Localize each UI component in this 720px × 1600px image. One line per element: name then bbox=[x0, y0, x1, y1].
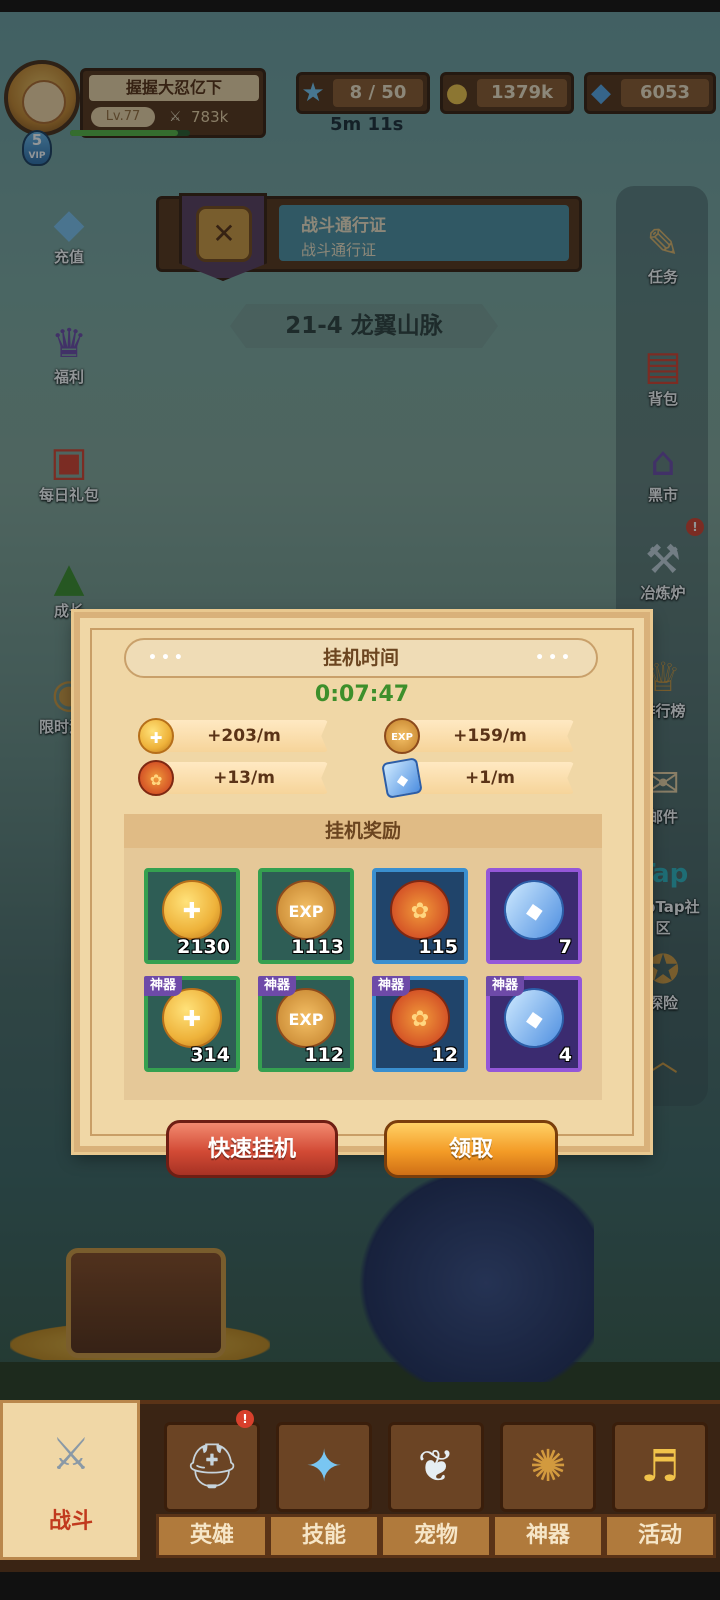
artifact-tag: 神器 bbox=[372, 976, 411, 996]
gold-coin-icon: ✚ bbox=[138, 718, 174, 754]
rate-pet-medal: +13/m ✿ bbox=[138, 760, 338, 796]
rate-value: +159/m bbox=[406, 720, 574, 752]
quick-idle-button[interactable]: 快速挂机 bbox=[166, 1120, 338, 1178]
reward-count: 7 bbox=[558, 936, 572, 958]
bottom-nav: ⚔ 战斗 ⛑ 英雄 ! ✦ 技能 ❦ 宠物 ✺ 神器 ♬ 活动 bbox=[0, 1400, 720, 1572]
reward-count: 4 bbox=[558, 1044, 572, 1066]
wings-icon: ❦ bbox=[388, 1422, 484, 1512]
reward-item[interactable]: ✚ 2130 bbox=[144, 868, 240, 964]
tab-label: 英雄 bbox=[156, 1514, 268, 1558]
claim-button[interactable]: 领取 bbox=[384, 1120, 558, 1178]
reward-item[interactable]: ✿ 神器 12 bbox=[372, 976, 468, 1072]
artifact-icon: ✺ bbox=[500, 1422, 596, 1512]
reward-item[interactable]: EXP 1113 bbox=[258, 868, 354, 964]
gold-coin-icon: ✚ bbox=[162, 880, 222, 940]
rate-value: +13/m bbox=[160, 762, 328, 794]
tab-skills[interactable]: ✦ 技能 bbox=[268, 1414, 380, 1564]
reward-item[interactable]: ◆ 7 bbox=[486, 868, 582, 964]
idle-rewards-section: 挂机奖励 ✚ 2130 EXP 1113 ✿ 115 ◆ 7 ✚ 神器 314 … bbox=[124, 814, 602, 1100]
tab-label: 活动 bbox=[604, 1514, 716, 1558]
rate-value: +1/m bbox=[406, 762, 574, 794]
idle-time-title: 挂机时间 bbox=[322, 647, 399, 669]
reward-count: 314 bbox=[190, 1044, 230, 1066]
artifact-tag: 神器 bbox=[258, 976, 297, 996]
reward-count: 112 bbox=[304, 1044, 344, 1066]
artifact-tag: 神器 bbox=[486, 976, 525, 996]
decor-dots-left: ••• bbox=[148, 650, 187, 666]
rate-crystal: +1/m ◆ bbox=[381, 757, 584, 799]
exp-badge-icon: EXP bbox=[276, 988, 336, 1048]
tab-label: 技能 bbox=[268, 1514, 380, 1558]
reward-item[interactable]: ✚ 神器 314 bbox=[144, 976, 240, 1072]
rate-value: +203/m bbox=[160, 720, 328, 752]
decor-dots-right: ••• bbox=[535, 650, 574, 666]
reward-count: 12 bbox=[431, 1044, 458, 1066]
pet-medal-icon: ✿ bbox=[390, 988, 450, 1048]
reward-item[interactable]: ◆ 神器 4 bbox=[486, 976, 582, 1072]
reward-item[interactable]: EXP 神器 112 bbox=[258, 976, 354, 1072]
pet-medal-icon: ✿ bbox=[390, 880, 450, 940]
tab-label: 战斗 bbox=[48, 1509, 93, 1534]
tab-artifacts[interactable]: ✺ 神器 bbox=[492, 1414, 604, 1564]
event-horn-icon: ♬ bbox=[612, 1422, 708, 1512]
idle-rewards-title: 挂机奖励 bbox=[124, 814, 602, 848]
notification-dot: ! bbox=[236, 1410, 254, 1428]
exp-badge-icon: EXP bbox=[384, 718, 420, 754]
crossed-swords-icon: ⚔ bbox=[51, 1429, 91, 1480]
reward-count: 2130 bbox=[177, 936, 230, 958]
tab-label: 宠物 bbox=[380, 1514, 492, 1558]
tab-battle[interactable]: ⚔ 战斗 bbox=[0, 1400, 140, 1560]
rate-gold: +203/m ✚ bbox=[138, 718, 338, 754]
tab-events[interactable]: ♬ 活动 bbox=[604, 1414, 716, 1564]
blue-crystal-icon: ◆ bbox=[381, 757, 423, 799]
reward-item[interactable]: ✿ 115 bbox=[372, 868, 468, 964]
rate-exp: +159/m EXP bbox=[384, 718, 584, 754]
blue-crystal-icon: ◆ bbox=[499, 875, 569, 945]
idle-elapsed-time: 0:07:47 bbox=[314, 682, 410, 707]
idle-rewards-dialog: ••• 挂机时间 ••• 0:07:47 +203/m ✚ +159/m EXP… bbox=[74, 612, 650, 1152]
tab-label: 神器 bbox=[492, 1514, 604, 1558]
reward-count: 1113 bbox=[291, 936, 344, 958]
spell-book-icon: ✦ bbox=[276, 1422, 372, 1512]
tab-pets[interactable]: ❦ 宠物 bbox=[380, 1414, 492, 1564]
pet-medal-icon: ✿ bbox=[138, 760, 174, 796]
gold-coin-icon: ✚ bbox=[162, 988, 222, 1048]
exp-badge-icon: EXP bbox=[276, 880, 336, 940]
knight-helmet-icon: ⛑ bbox=[164, 1422, 260, 1512]
reward-count: 115 bbox=[418, 936, 458, 958]
idle-time-header: ••• 挂机时间 ••• bbox=[124, 638, 598, 678]
game-scene: 5 VIP 握握大忍亿下 Lv.77 ⚔ 783k ★ 8 / 50 5m 11… bbox=[0, 12, 720, 1572]
artifact-tag: 神器 bbox=[144, 976, 183, 996]
tab-heroes[interactable]: ⛑ 英雄 ! bbox=[156, 1410, 268, 1564]
